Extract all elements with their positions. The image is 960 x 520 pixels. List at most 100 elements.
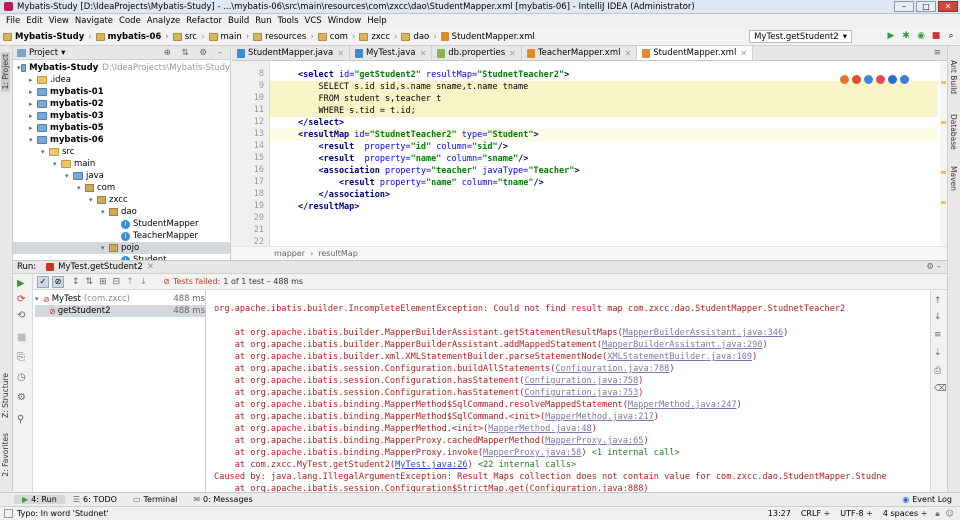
- crumb-src[interactable]: src ›: [172, 32, 205, 42]
- expand-arrow-icon[interactable]: ▾: [101, 244, 109, 252]
- tab-messages[interactable]: ✉ 0: Messages: [185, 495, 260, 504]
- tab-teachermapper-xml[interactable]: TeacherMapper.xml ✕: [522, 46, 638, 60]
- expand-arrow-icon[interactable]: ▾: [53, 160, 61, 168]
- close-button[interactable]: ✕: [938, 1, 958, 12]
- tab-db-properties[interactable]: db.properties ✕: [432, 46, 522, 60]
- expand-arrow-icon[interactable]: ▸: [29, 112, 37, 120]
- menu-window[interactable]: Window: [325, 16, 365, 26]
- menu-run[interactable]: Run: [252, 16, 274, 26]
- source-link[interactable]: Configuration.java:753: [524, 388, 638, 398]
- edge-icon[interactable]: [900, 75, 909, 84]
- expand-arrow-icon[interactable]: ▾: [101, 208, 109, 216]
- close-run-tab-icon[interactable]: ✕: [147, 262, 154, 272]
- ant-build-tab[interactable]: Ant Build: [949, 60, 958, 94]
- close-tab-icon[interactable]: ✕: [420, 49, 427, 58]
- source-link[interactable]: MapperProxy.java:58: [483, 448, 581, 458]
- file-encoding[interactable]: UTF-8 ÷: [840, 509, 873, 518]
- crumb-com[interactable]: com ›: [317, 32, 355, 42]
- breadcrumb-mapper[interactable]: mapper: [274, 249, 305, 258]
- safari-icon[interactable]: [864, 75, 873, 84]
- crumb-zxcc[interactable]: zxcc ›: [359, 32, 397, 42]
- scroll-to-end-icon[interactable]: ⇣: [934, 348, 942, 358]
- tool-windows-icon[interactable]: [4, 509, 13, 518]
- opera-icon[interactable]: [876, 75, 885, 84]
- stop-icon[interactable]: ■: [17, 332, 26, 343]
- expand-all-icon[interactable]: ⊟: [113, 277, 121, 287]
- menu-navigate[interactable]: Navigate: [72, 16, 116, 26]
- menu-tools[interactable]: Tools: [275, 16, 302, 26]
- ie-icon[interactable]: [888, 75, 897, 84]
- event-log-tab[interactable]: ◉ Event Log: [894, 495, 960, 504]
- menu-file[interactable]: File: [3, 16, 23, 26]
- search-everywhere-icon[interactable]: ⌕: [946, 31, 956, 41]
- minimize-button[interactable]: –: [894, 1, 914, 12]
- debug-icon[interactable]: ✱: [901, 31, 911, 41]
- expand-arrow-icon[interactable]: ▸: [29, 124, 37, 132]
- close-tab-icon[interactable]: ✕: [509, 49, 516, 58]
- lock-icon[interactable]: 🔒︎: [935, 509, 939, 519]
- tree-item[interactable]: ▸ mybatis-01: [13, 86, 230, 98]
- source-link[interactable]: MapperMethod.java:48: [488, 424, 591, 434]
- sort-icon[interactable]: ↕: [72, 277, 80, 287]
- source-link[interactable]: MapperBuilderAssistant.java:346: [623, 328, 783, 338]
- maximize-button[interactable]: □: [916, 1, 936, 12]
- menu-analyze[interactable]: Analyze: [144, 16, 184, 26]
- tree-item[interactable]: ▾ src: [13, 146, 230, 158]
- tree-item[interactable]: ▾ mybatis-06: [13, 134, 230, 146]
- close-tab-icon[interactable]: ✕: [624, 49, 631, 58]
- firefox-icon[interactable]: [852, 75, 861, 84]
- tab-terminal[interactable]: ▭ Terminal: [125, 495, 185, 504]
- show-passed-icon[interactable]: ✓: [37, 275, 49, 288]
- tab-run[interactable]: ▶ 4: Run: [14, 495, 65, 504]
- show-ignored-icon[interactable]: ⊘: [52, 275, 64, 288]
- menu-code[interactable]: Code: [116, 16, 144, 26]
- tab-studentmapper-xml[interactable]: StudentMapper.xml ✕: [637, 46, 754, 60]
- run-config-tab[interactable]: MyTest.getStudent2: [58, 262, 143, 272]
- expand-arrow-icon[interactable]: ▸: [29, 76, 37, 84]
- tab-studentmapper-java[interactable]: StudentMapper.java ✕: [232, 46, 350, 60]
- menu-help[interactable]: Help: [364, 16, 389, 26]
- print-icon[interactable]: ⎙: [934, 366, 941, 376]
- tree-item[interactable]: ▾ Mybatis-Study D:\IdeaProjects\Mybatis-St…: [13, 62, 230, 74]
- tree-item[interactable]: ▾ pojo: [13, 242, 230, 254]
- caret-position[interactable]: 13:27: [768, 509, 791, 518]
- inspector-icon[interactable]: ☺: [946, 509, 954, 518]
- tab-mytest-java[interactable]: MyTest.java ✕: [350, 46, 433, 60]
- export-icon[interactable]: ⎘: [17, 352, 25, 363]
- tab-list-icon[interactable]: ≡: [933, 48, 941, 58]
- breadcrumb-resultmap[interactable]: resultMap: [318, 249, 358, 258]
- menu-vcs[interactable]: VCS: [302, 16, 325, 26]
- close-tab-icon[interactable]: ✕: [740, 49, 747, 58]
- crumb-dao[interactable]: dao ›: [401, 32, 437, 42]
- tree-item[interactable]: ▸ .idea: [13, 74, 230, 86]
- code-editor[interactable]: 8 9 10 11 12 13 14 15 16 17 18 19 20 21 …: [232, 61, 947, 247]
- source-link[interactable]: MapperMethod.java:217: [545, 412, 654, 422]
- tab-todo[interactable]: ☰ 6: TODO: [65, 495, 125, 504]
- stop-icon[interactable]: ■: [931, 31, 941, 41]
- tree-item[interactable]: ▾ dao: [13, 206, 230, 218]
- source-link[interactable]: MapperBuilderAssistant.java:290: [602, 340, 762, 350]
- database-tab[interactable]: Database: [949, 114, 958, 150]
- menu-view[interactable]: View: [46, 16, 72, 26]
- test-suite-row[interactable]: ▾ ⊘ MyTest (com.zxcc) 488 ms: [35, 293, 205, 305]
- test-case-row[interactable]: ⊘ getStudent2 488 ms: [35, 305, 205, 317]
- rerun-icon[interactable]: ▶: [17, 278, 25, 289]
- soft-wrap-icon[interactable]: ≡: [934, 330, 942, 340]
- rerun-failed-icon[interactable]: ⟳: [17, 294, 25, 305]
- tree-item[interactable]: ▾ com: [13, 182, 230, 194]
- tree-item[interactable]: ▸ mybatis-03: [13, 110, 230, 122]
- scroll-up-icon[interactable]: ↑: [934, 296, 942, 306]
- tree-item[interactable]: ▾ zxcc: [13, 194, 230, 206]
- chrome-icon[interactable]: [840, 75, 849, 84]
- expand-arrow-icon[interactable]: ▸: [29, 88, 37, 96]
- tree-item[interactable]: ▸ mybatis-02: [13, 98, 230, 110]
- run-configuration-select[interactable]: MyTest.getStudent2 ▾: [749, 30, 852, 43]
- source-link[interactable]: Configuration.java:758: [524, 376, 638, 386]
- project-view-select[interactable]: Project: [29, 48, 58, 58]
- crumb-project[interactable]: Mybatis-Study ›: [3, 32, 92, 42]
- prev-failed-icon[interactable]: ↑: [126, 277, 134, 287]
- history-icon[interactable]: ◷: [17, 372, 26, 383]
- menu-edit[interactable]: Edit: [23, 16, 45, 26]
- import-tests-icon[interactable]: ⊞: [99, 277, 107, 287]
- expand-arrow-icon[interactable]: ▾: [65, 172, 73, 180]
